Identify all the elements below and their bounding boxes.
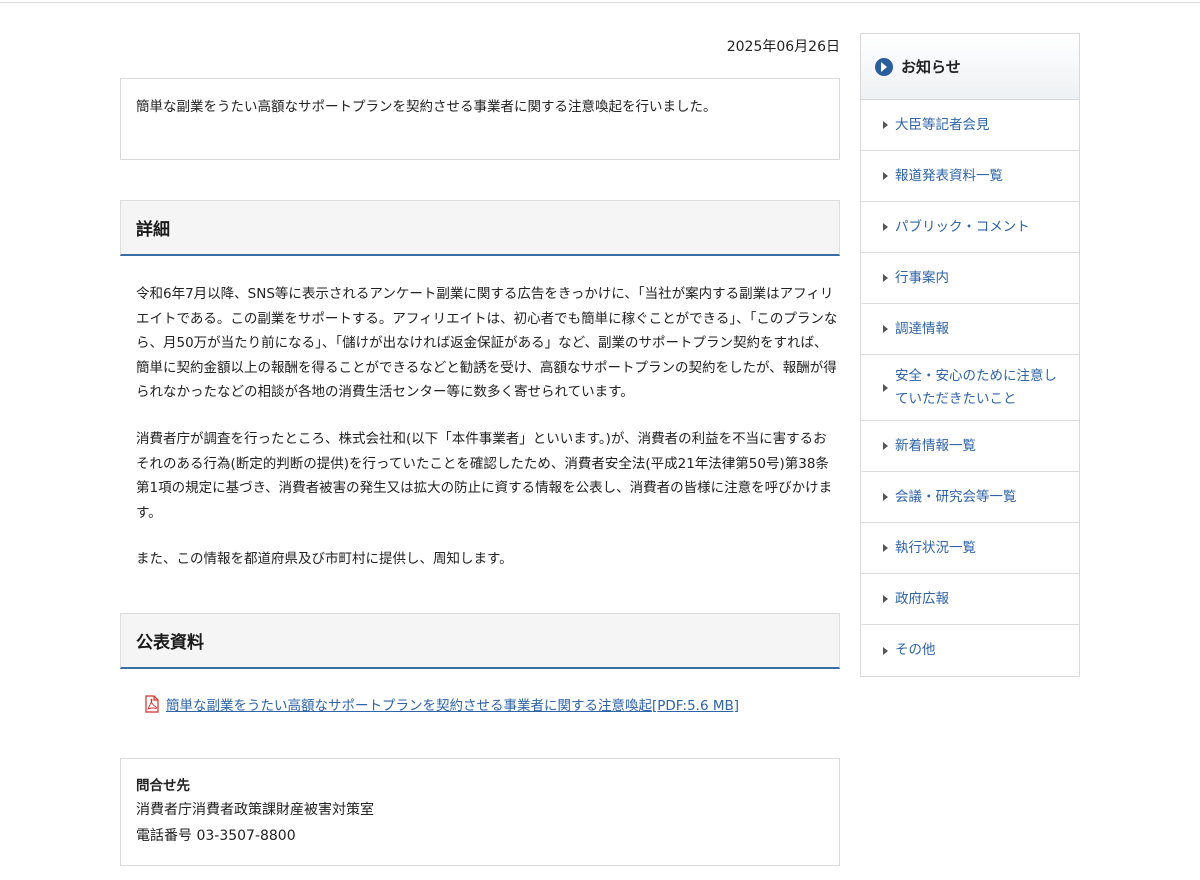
sidebar-item-label: 調達情報 xyxy=(895,320,949,337)
contact-title: 問合せ先 xyxy=(136,778,190,794)
sidebar-item-safety-notices[interactable]: 安全・安心のために注意していただきたいこと xyxy=(861,355,1079,421)
detail-heading: 詳細 xyxy=(120,200,840,256)
pdf-document-link-label: 簡単な副業をうたい高額なサポートプランを契約させる事業者に関する注意喚起[PDF… xyxy=(166,698,740,714)
sidebar-item-enforcement[interactable]: 執行状況一覧 xyxy=(861,523,1079,574)
caret-right-icon xyxy=(883,383,888,392)
detail-paragraph-1: 令和6年7月以降、SNS等に表示されるアンケート副業に関する広告をきっかけに、「… xyxy=(136,286,838,400)
sidebar-item-meetings[interactable]: 会議・研究会等一覧 xyxy=(861,472,1079,523)
sidebar-item-label: 安全・安心のために注意していただきたいこと xyxy=(895,367,1057,407)
pdf-icon xyxy=(145,695,159,713)
sidebar-item-events[interactable]: 行事案内 xyxy=(861,253,1079,304)
sidebar-item-label: その他 xyxy=(895,642,936,658)
sidebar-title: お知らせ xyxy=(901,58,961,76)
caret-right-icon xyxy=(883,223,888,231)
sidebar-item-press-conference[interactable]: 大臣等記者会見 xyxy=(861,100,1079,151)
caret-right-icon xyxy=(883,172,888,180)
sidebar-item-whats-new[interactable]: 新着情報一覧 xyxy=(861,421,1079,472)
documents-heading: 公表資料 xyxy=(120,613,840,669)
sidebar-item-other[interactable]: その他 xyxy=(861,625,1079,676)
caret-right-icon xyxy=(883,646,888,655)
contact-box: 問合せ先 消費者庁消費者政策課財産被害対策室 電話番号 03-3507-8800 xyxy=(120,758,840,866)
summary-text: 簡単な副業をうたい高額なサポートプランを契約させる事業者に関する注意喚起を行いま… xyxy=(136,99,717,115)
sidebar-item-label: 新着情報一覧 xyxy=(895,437,976,454)
sidebar-item-label: 大臣等記者会見 xyxy=(895,116,990,133)
detail-paragraph-3: また、この情報を都道府県及び市町村に提供し、周知します。 xyxy=(136,551,513,567)
sidebar-item-label: パブリック・コメント xyxy=(895,218,1030,235)
caret-right-icon xyxy=(883,595,888,603)
chevron-right-circle-icon xyxy=(875,57,893,76)
contact-department: 消費者庁消費者政策課財産被害対策室 xyxy=(136,802,374,818)
pdf-document-link[interactable]: 簡単な副業をうたい高額なサポートプランを契約させる事業者に関する注意喚起[PDF… xyxy=(144,694,739,714)
sidebar-item-public-comment[interactable]: パブリック・コメント xyxy=(861,202,1079,253)
documents-heading-text: 公表資料 xyxy=(136,633,204,653)
sidebar-item-label: 政府広報 xyxy=(895,590,949,607)
sidebar-item-government-pr[interactable]: 政府広報 xyxy=(861,574,1079,625)
caret-right-icon xyxy=(883,121,888,129)
sidebar: お知らせ 大臣等記者会見 報道発表資料一覧 パブリック・コメント 行事案内 調達… xyxy=(860,33,1080,677)
caret-right-icon xyxy=(883,274,888,282)
sidebar-header: お知らせ xyxy=(861,34,1079,100)
caret-right-icon xyxy=(883,442,888,450)
caret-right-icon xyxy=(883,544,888,552)
sidebar-item-label: 会議・研究会等一覧 xyxy=(895,488,1017,505)
contact-phone: 電話番号 03-3507-8800 xyxy=(136,828,296,844)
sidebar-item-press-releases[interactable]: 報道発表資料一覧 xyxy=(861,151,1079,202)
sidebar-item-procurement[interactable]: 調達情報 xyxy=(861,304,1079,355)
detail-paragraph-2: 消費者庁が調査を行ったところ、株式会社和(以下「本件事業者」といいます。)が、消… xyxy=(136,431,833,521)
detail-heading-text: 詳細 xyxy=(136,220,170,240)
caret-right-icon xyxy=(883,325,888,333)
sidebar-item-label: 報道発表資料一覧 xyxy=(895,167,1003,184)
summary-box: 簡単な副業をうたい高額なサポートプランを契約させる事業者に関する注意喚起を行いま… xyxy=(120,78,840,160)
top-divider xyxy=(0,2,1200,3)
publish-date: 2025年06月26日 xyxy=(726,39,840,55)
caret-right-icon xyxy=(883,493,888,501)
sidebar-item-label: 行事案内 xyxy=(895,269,949,286)
sidebar-item-label: 執行状況一覧 xyxy=(895,539,976,556)
